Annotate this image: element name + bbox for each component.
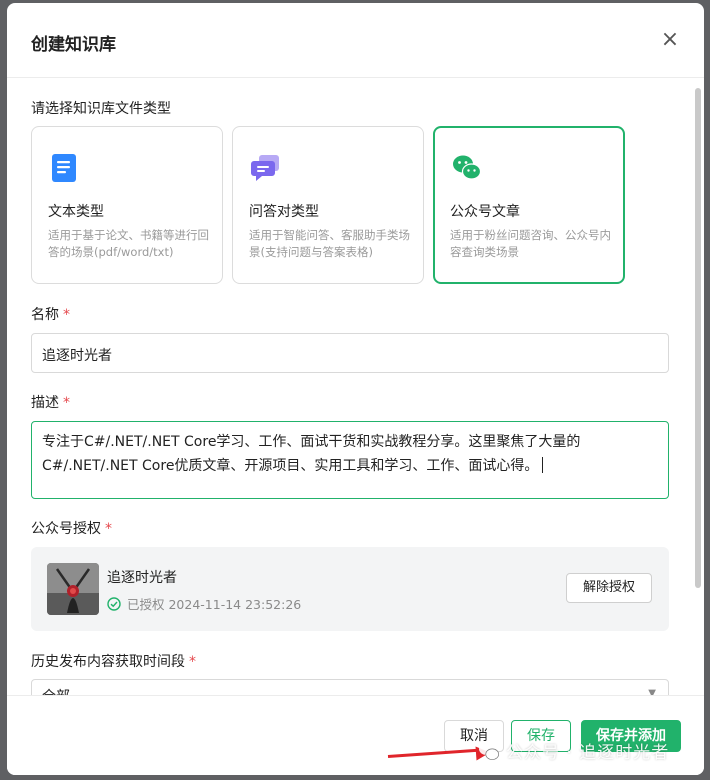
type-card-wechat-article[interactable]: 公众号文章 适用于粉丝问题咨询、公众号内容查询类场景: [433, 126, 625, 284]
required-mark: *: [189, 654, 196, 670]
auth-status-text: 已授权 2024-11-14 23:52:26: [127, 597, 302, 612]
history-range-label-text: 历史发布内容获取时间段: [31, 654, 185, 670]
account-name: 追逐时光者: [107, 570, 177, 586]
document-icon: [52, 154, 76, 182]
account-auth-label: 公众号授权 *: [31, 518, 112, 538]
avatar: [47, 563, 99, 615]
check-circle-icon: [107, 596, 121, 611]
dialog-header: 创建知识库 ×: [7, 3, 704, 78]
type-name: 公众号文章: [450, 204, 520, 220]
name-label: 名称 *: [31, 304, 70, 324]
history-range-select[interactable]: 全部 ▼: [31, 679, 669, 695]
chat-bubbles-icon: [251, 155, 279, 181]
dialog-title: 创建知识库: [31, 35, 116, 55]
close-icon[interactable]: ×: [659, 29, 681, 51]
description-value: 专注于C#/.NET/.NET Core学习、工作、面试干货和实战教程分享。这里…: [42, 434, 581, 474]
create-knowledge-base-dialog: 创建知识库 × 请选择知识库文件类型 文本类型 适用于基于论文、书籍等进行回答的…: [7, 3, 704, 775]
name-input[interactable]: 追逐时光者: [31, 333, 669, 373]
text-cursor: [542, 457, 544, 473]
wechat-icon: [453, 155, 482, 180]
required-mark: *: [105, 521, 112, 537]
name-label-text: 名称: [31, 307, 59, 323]
watermark: 公众号 · 追逐时光者: [478, 738, 669, 763]
auth-status: 已授权 2024-11-14 23:52:26: [107, 594, 301, 613]
description-textarea[interactable]: 专注于C#/.NET/.NET Core学习、工作、面试干货和实战教程分享。这里…: [31, 421, 669, 499]
name-input-value: 追逐时光者: [42, 348, 112, 364]
type-desc: 适用于粉丝问题咨询、公众号内容查询类场景: [450, 228, 611, 259]
type-card-text[interactable]: 文本类型 适用于基于论文、书籍等进行回答的场景(pdf/word/txt): [31, 126, 223, 284]
type-card-qa[interactable]: 问答对类型 适用于智能问答、客服助手类场景(支持问题与答案表格): [232, 126, 424, 284]
type-desc: 适用于基于论文、书籍等进行回答的场景(pdf/word/txt): [48, 228, 209, 259]
required-mark: *: [63, 307, 70, 323]
file-type-label: 请选择知识库文件类型: [31, 101, 171, 117]
type-desc: 适用于智能问答、客服助手类场景(支持问题与答案表格): [249, 228, 410, 259]
type-name: 文本类型: [48, 204, 104, 220]
history-range-label: 历史发布内容获取时间段 *: [31, 651, 196, 671]
dialog-footer: 取消 保存 保存并添加: [7, 695, 704, 775]
watermark-text: 公众号 · 追逐时光者: [506, 743, 670, 763]
scrollbar[interactable]: [695, 88, 701, 588]
wechat-icon: [479, 742, 499, 760]
type-name: 问答对类型: [249, 204, 319, 220]
dialog-body: 请选择知识库文件类型 文本类型 适用于基于论文、书籍等进行回答的场景(pdf/w…: [7, 78, 704, 695]
required-mark: *: [63, 395, 70, 411]
account-auth-label-text: 公众号授权: [31, 521, 101, 537]
description-label-text: 描述: [31, 395, 59, 411]
revoke-authorization-button[interactable]: 解除授权: [566, 573, 652, 603]
chevron-down-icon: ▼: [648, 688, 656, 695]
account-auth-panel: 追逐时光者 已授权 2024-11-14 23:52:26 解除授权: [31, 547, 669, 631]
description-label: 描述 *: [31, 392, 70, 412]
